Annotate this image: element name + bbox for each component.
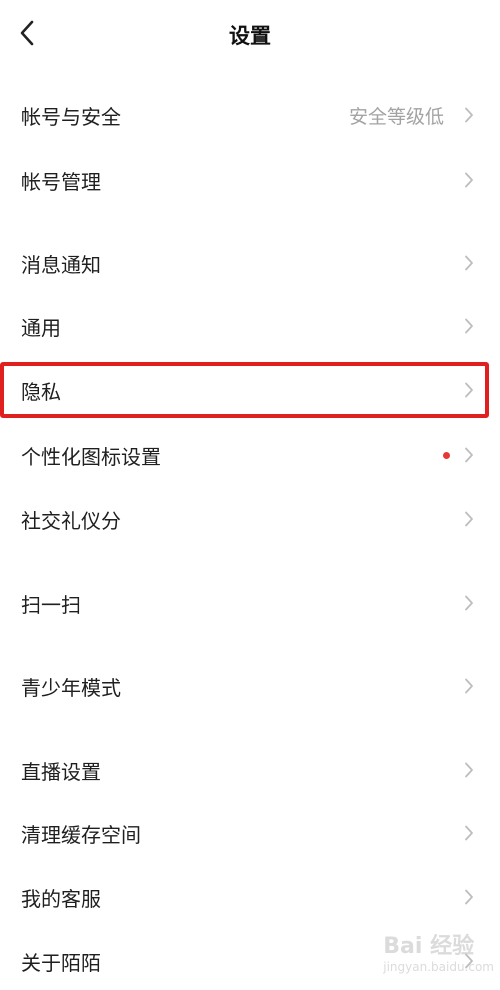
chevron-right-icon xyxy=(464,825,474,841)
settings-item-label: 我的客服 xyxy=(21,886,101,911)
settings-item-account-management[interactable]: 帐号管理 xyxy=(0,151,500,209)
settings-item-account-security[interactable]: 帐号与安全 安全等级低 xyxy=(0,86,500,144)
settings-item-label: 扫一扫 xyxy=(21,592,81,617)
settings-item-social-etiquette[interactable]: 社交礼仪分 xyxy=(0,490,500,548)
settings-item-label: 消息通知 xyxy=(21,252,101,277)
chevron-right-icon xyxy=(464,318,474,334)
settings-item-label: 隐私 xyxy=(21,379,61,404)
settings-item-customer-service[interactable]: 我的客服 xyxy=(0,868,500,926)
notification-dot xyxy=(443,451,450,459)
chevron-right-icon xyxy=(464,762,474,778)
settings-item-scan[interactable]: 扫一扫 xyxy=(0,574,500,632)
chevron-right-icon xyxy=(464,889,474,905)
settings-item-label: 帐号与安全 xyxy=(21,104,121,129)
settings-item-label: 个性化图标设置 xyxy=(21,444,161,469)
settings-item-label: 清理缓存空间 xyxy=(21,822,141,847)
chevron-right-icon xyxy=(464,107,474,123)
settings-item-label: 社交礼仪分 xyxy=(21,508,121,533)
chevron-right-icon xyxy=(464,255,474,271)
settings-item-notifications[interactable]: 消息通知 xyxy=(0,234,500,292)
settings-item-general[interactable]: 通用 xyxy=(0,297,500,355)
settings-item-live-settings[interactable]: 直播设置 xyxy=(0,741,500,799)
watermark: Bai 经验 jingyan.baidu.com xyxy=(383,928,494,974)
settings-item-teen-mode[interactable]: 青少年模式 xyxy=(0,657,500,715)
settings-list: 帐号与安全 安全等级低 帐号管理 消息通知 通用 隐私 个性化图标设置 社交礼仪… xyxy=(0,0,500,978)
security-level-value: 安全等级低 xyxy=(348,105,444,128)
settings-item-label: 青少年模式 xyxy=(21,675,121,700)
chevron-right-icon xyxy=(464,382,474,398)
chevron-right-icon xyxy=(464,595,474,611)
watermark-sub: jingyan.baidu.com xyxy=(383,960,494,974)
chevron-right-icon xyxy=(464,447,474,463)
settings-item-label: 直播设置 xyxy=(21,759,101,784)
chevron-right-icon xyxy=(464,678,474,694)
settings-item-custom-icon[interactable]: 个性化图标设置 xyxy=(0,426,500,484)
settings-item-privacy[interactable]: 隐私 xyxy=(0,361,500,419)
chevron-right-icon xyxy=(464,511,474,527)
settings-item-label: 帐号管理 xyxy=(21,169,101,194)
settings-item-clear-cache[interactable]: 清理缓存空间 xyxy=(0,804,500,862)
settings-item-label: 通用 xyxy=(21,315,61,340)
watermark-text: Bai 经验 xyxy=(383,934,475,959)
chevron-right-icon xyxy=(464,172,474,188)
